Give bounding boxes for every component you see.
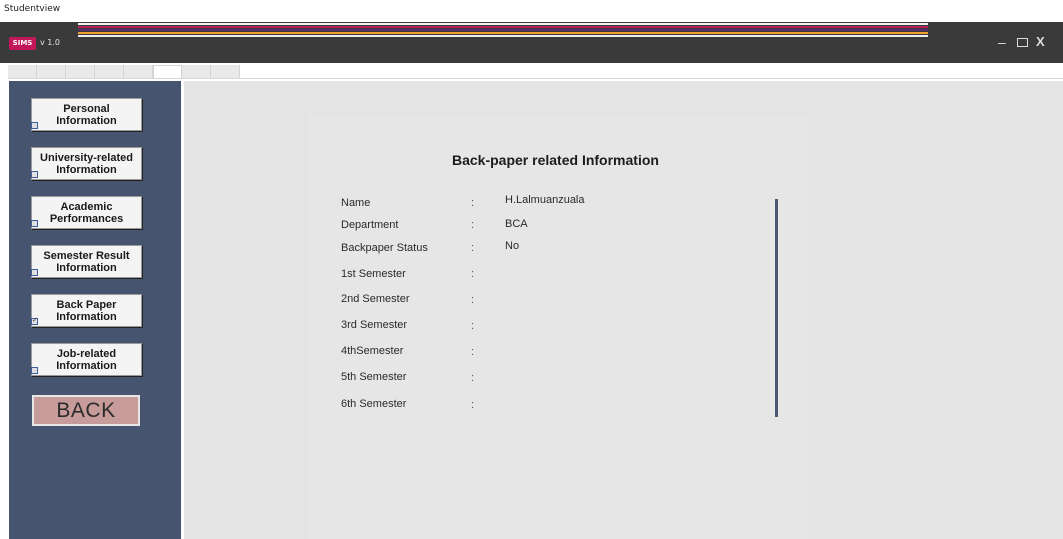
checkbox-academic-performances[interactable] <box>31 220 38 227</box>
tab[interactable] <box>37 65 66 78</box>
window-caption: Studentview <box>4 4 61 14</box>
stripe <box>78 26 928 28</box>
decorative-stripes <box>78 23 928 37</box>
sidebar-item-back-paper-information[interactable]: Back Paper Information <box>31 294 142 327</box>
sidebar-item-label: Information <box>56 164 117 176</box>
field-colon: : <box>471 372 475 384</box>
sidebar-item-label: Performances <box>49 213 124 225</box>
sidebar-item-label: Job-related <box>56 348 117 360</box>
field-label-backpaper-status: Backpaper Status <box>341 242 428 254</box>
sidebar-item-label: Information <box>56 311 117 323</box>
stripe <box>78 32 928 34</box>
stripe <box>78 29 928 31</box>
field-colon: : <box>471 197 475 209</box>
sidebar-item-semester-result-information[interactable]: Semester Result Information <box>31 245 142 278</box>
close-button[interactable]: X <box>1036 34 1045 50</box>
field-colon: : <box>471 294 475 306</box>
field-label-2nd-semester: 2nd Semester <box>341 293 410 305</box>
tab[interactable] <box>182 65 211 78</box>
sidebar-item-job-related-information[interactable]: Job-related Information <box>31 343 142 376</box>
sidebar-item-label: Personal <box>63 103 110 115</box>
tab[interactable] <box>66 65 95 78</box>
tab-strip <box>8 65 240 79</box>
field-colon: : <box>471 399 475 411</box>
sidebar-item-label: Information <box>56 360 117 372</box>
main-content: Back-paper related Information Name : H.… <box>184 81 1063 539</box>
sidebar-item-label: Semester Result <box>43 250 130 262</box>
field-label-4th-semester: 4thSemester <box>341 345 404 357</box>
field-label-department: Department <box>341 219 399 231</box>
sidebar-item-label: Academic <box>60 201 113 213</box>
field-value-backpaper-status: No <box>505 240 520 252</box>
field-label-1st-semester: 1st Semester <box>341 268 406 280</box>
sidebar-item-label: Information <box>56 262 117 274</box>
app-version: v 1.0 <box>40 38 60 47</box>
checkbox-university-related-information[interactable] <box>31 171 38 178</box>
tab[interactable] <box>211 65 240 78</box>
back-button[interactable]: BACK <box>32 395 140 426</box>
page-title: Back-paper related Information <box>452 152 659 168</box>
stripe <box>78 23 928 25</box>
sidebar-item-university-related-information[interactable]: University-related Information <box>31 147 142 180</box>
tab[interactable] <box>8 65 37 78</box>
field-colon: : <box>471 268 475 280</box>
field-colon: : <box>471 320 475 332</box>
sidebar-item-label: Information <box>56 115 117 127</box>
sidebar: Personal Information University-related In… <box>9 81 181 539</box>
field-colon: : <box>471 346 475 358</box>
field-label-5th-semester: 5th Semester <box>341 371 407 383</box>
field-label-6th-semester: 6th Semester <box>341 398 407 410</box>
minimize-button[interactable]: – <box>998 34 1006 50</box>
vertical-divider <box>775 199 778 417</box>
field-value-department: BCA <box>505 218 528 230</box>
checkbox-personal-information[interactable] <box>31 122 38 129</box>
tab-divider <box>8 78 1063 79</box>
app-logo: SIMS <box>9 37 36 50</box>
tab[interactable] <box>124 65 153 78</box>
field-label-3rd-semester: 3rd Semester <box>341 319 408 331</box>
tab[interactable] <box>95 65 124 78</box>
sidebar-item-label: Back Paper <box>56 299 117 311</box>
sidebar-item-personal-information[interactable]: Personal Information <box>31 98 142 131</box>
field-colon: : <box>471 219 475 231</box>
checkbox-job-related-information[interactable] <box>31 367 38 374</box>
sidebar-item-academic-performances[interactable]: Academic Performances <box>31 196 142 229</box>
stripe <box>78 35 928 37</box>
checkbox-semester-result-information[interactable] <box>31 269 38 276</box>
sidebar-item-label: University-related <box>40 152 133 164</box>
field-value-name: H.Lalmuanzuala <box>505 194 585 206</box>
checkbox-back-paper-information[interactable] <box>31 316 38 325</box>
field-label-name: Name <box>341 197 371 209</box>
field-colon: : <box>471 242 475 254</box>
tab-active[interactable] <box>153 65 182 79</box>
maximize-button[interactable] <box>1017 38 1028 47</box>
